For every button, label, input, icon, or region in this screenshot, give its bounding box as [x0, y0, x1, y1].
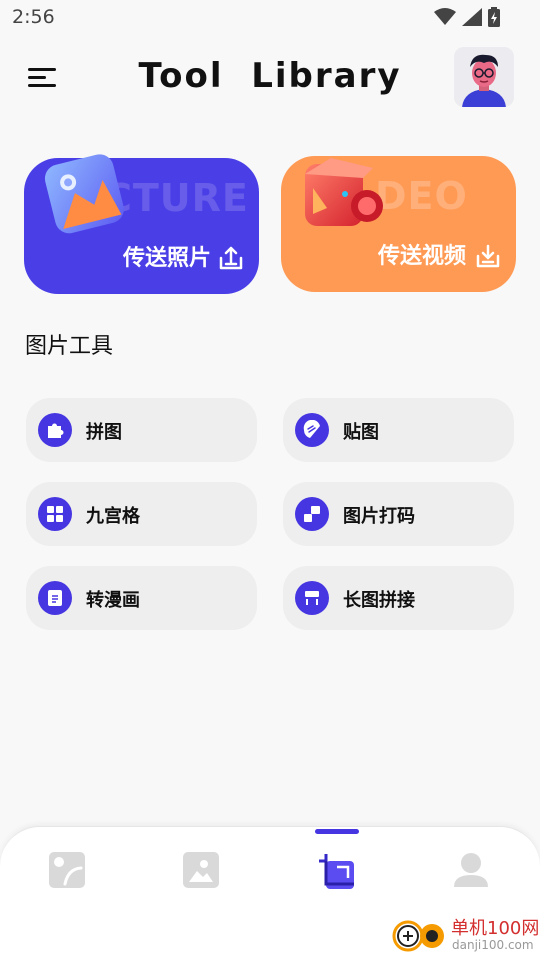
- tool-sticker-button[interactable]: 贴图: [283, 398, 514, 462]
- mosaic-icon: [295, 497, 329, 531]
- nav-profile-tab[interactable]: [452, 851, 492, 893]
- app-bar: Tool Library: [0, 44, 540, 112]
- person-icon: [454, 853, 488, 887]
- tool-label: 九宫格: [86, 506, 140, 527]
- tool-mosaic-button[interactable]: 图片打码: [283, 482, 514, 546]
- status-time: 2:56: [12, 6, 55, 28]
- status-icons: [434, 7, 500, 27]
- battery-icon: [488, 7, 500, 27]
- watermark-text: 单机100网: [451, 918, 540, 939]
- section-title: 图片工具: [25, 334, 114, 359]
- wifi-icon: [434, 8, 456, 25]
- sticker-icon: [295, 413, 329, 447]
- send-photo-card[interactable]: CTURE 传送照片: [24, 154, 259, 294]
- upload-icon: [219, 246, 243, 270]
- signal-icon: [462, 8, 482, 26]
- download-icon: [476, 244, 500, 268]
- tool-grid-button[interactable]: 九宫格: [26, 482, 257, 546]
- tool-comic-button[interactable]: 转漫画: [26, 566, 257, 630]
- video-camera-illustration-icon: [305, 158, 383, 226]
- watermark-icon: [392, 920, 444, 952]
- puzzle-icon: [38, 413, 72, 447]
- active-tab-indicator: [315, 829, 359, 834]
- send-video-card[interactable]: DEO 传送视频: [281, 156, 516, 292]
- tool-label: 转漫画: [86, 590, 140, 611]
- bottom-navigation: 单机100网 danji100.com: [0, 826, 540, 960]
- long-image-icon: [295, 581, 329, 615]
- status-bar: 2:56: [0, 0, 540, 36]
- photo-illustration-icon: [44, 154, 124, 234]
- nav-gallery-tab[interactable]: [182, 851, 222, 893]
- comic-icon: [38, 581, 72, 615]
- send-video-label: 传送视频: [377, 244, 466, 269]
- avatar-illustration: [454, 47, 514, 107]
- user-avatar[interactable]: [454, 47, 514, 107]
- tool-label: 长图拼接: [343, 590, 415, 611]
- watermark-url: danji100.com: [452, 938, 534, 952]
- nav-transfer-tab[interactable]: [48, 851, 88, 893]
- tool-long-image-button[interactable]: 长图拼接: [283, 566, 514, 630]
- tool-label: 贴图: [343, 422, 379, 443]
- crop-icon: [319, 854, 354, 889]
- tool-label: 图片打码: [343, 506, 415, 527]
- nav-tools-tab[interactable]: [316, 851, 356, 893]
- grid-icon: [38, 497, 72, 531]
- tool-puzzle-button[interactable]: 拼图: [26, 398, 257, 462]
- watermark-logo: 单机100网 danji100.com: [388, 912, 540, 960]
- send-photo-label: 传送照片: [122, 246, 211, 271]
- transfer-icon: [49, 852, 85, 888]
- image-icon: [183, 852, 219, 888]
- tool-label: 拼图: [86, 422, 122, 443]
